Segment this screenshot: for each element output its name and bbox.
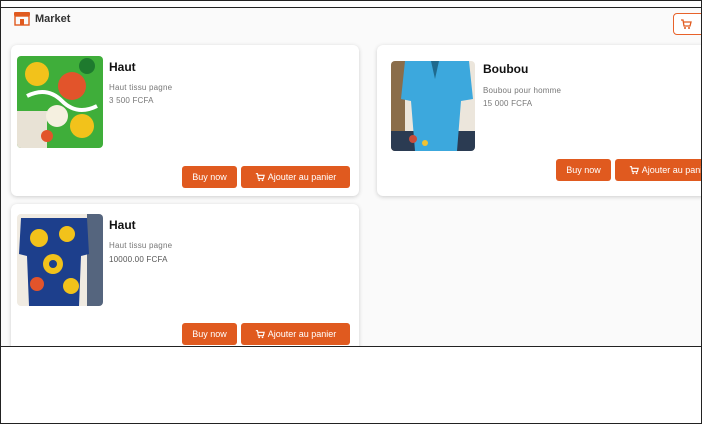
product-card: Boubou Boubou pour homme 15 000 FCFA Buy…: [377, 45, 701, 196]
cart-icon: [629, 166, 639, 175]
product-image[interactable]: [391, 61, 475, 151]
add-to-cart-button[interactable]: Ajouter au panier: [241, 166, 350, 188]
product-price: 15 000 FCFA: [483, 99, 533, 108]
screenshot-frame: Market Haut Haut tissu pagne 3 500 FCFA …: [0, 0, 702, 424]
bottom-border-line: [1, 346, 701, 347]
product-card: Haut Haut tissu pagne 3 500 FCFA Buy now…: [11, 45, 359, 196]
product-image[interactable]: [17, 214, 103, 306]
product-image[interactable]: [17, 56, 103, 148]
blue-boubou-image: [391, 61, 475, 151]
blue-pagne-shirt-image: [17, 214, 103, 306]
add-to-cart-label: Ajouter au panier: [267, 172, 337, 182]
product-price: 10000.00 FCFA: [109, 255, 168, 264]
product-description: Haut tissu pagne: [109, 83, 173, 92]
product-card: Haut Haut tissu pagne 10000.00 FCFA Buy …: [11, 204, 359, 346]
product-description: Haut tissu pagne: [109, 241, 173, 250]
product-description: Boubou pour homme: [483, 86, 562, 95]
cart-icon: [255, 173, 265, 182]
add-to-cart-label: Ajouter au panier: [267, 329, 337, 339]
add-to-cart-button[interactable]: Ajouter au panier: [241, 323, 350, 345]
brand-logo[interactable]: Market: [13, 11, 70, 26]
brand-name: Market: [35, 12, 71, 25]
market-app: Market Haut Haut tissu pagne 3 500 FCFA …: [1, 8, 701, 346]
add-to-cart-button[interactable]: Ajouter au panier: [615, 159, 701, 181]
product-price: 3 500 FCFA: [109, 96, 154, 105]
cart-icon: [681, 19, 692, 29]
product-title: Haut: [109, 60, 136, 74]
green-pagne-shirt-image: [17, 56, 103, 148]
cart-icon: [255, 330, 265, 339]
cart-button[interactable]: [673, 13, 701, 35]
app-header: Market: [1, 8, 701, 36]
buy-now-button[interactable]: Buy now: [556, 159, 611, 181]
buy-now-button[interactable]: Buy now: [182, 166, 237, 188]
storefront-icon: [14, 12, 30, 26]
product-title: Boubou: [483, 62, 529, 76]
buy-now-button[interactable]: Buy now: [182, 323, 237, 345]
product-title: Haut: [109, 218, 136, 232]
add-to-cart-label: Ajouter au panier: [641, 165, 701, 175]
